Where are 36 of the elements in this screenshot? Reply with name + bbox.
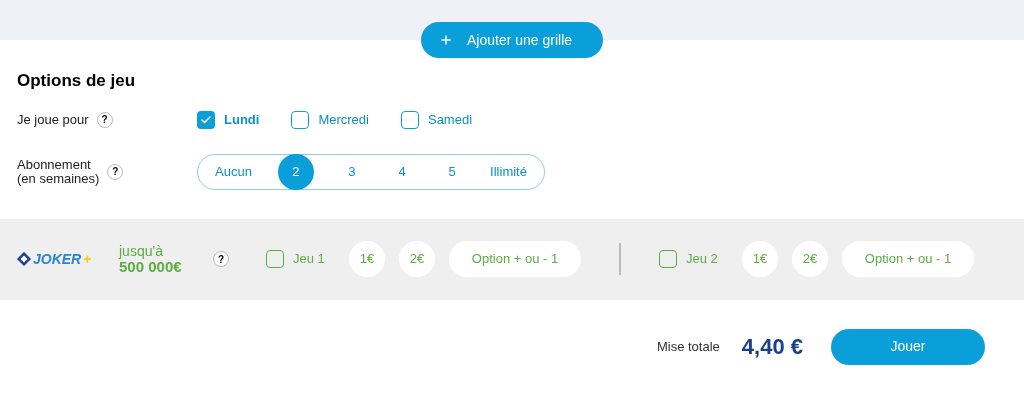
total-amount: 4,40 € bbox=[741, 333, 803, 361]
stake-button[interactable]: 1€ bbox=[742, 241, 778, 277]
segment[interactable]: Illimité bbox=[490, 153, 527, 190]
game-label: Jeu 2 bbox=[686, 250, 719, 269]
checkbox[interactable] bbox=[266, 250, 284, 268]
day-label: Lundi bbox=[224, 110, 260, 129]
section-title: Options de jeu bbox=[17, 70, 137, 92]
stake-button[interactable]: 2€ bbox=[792, 241, 828, 277]
segment[interactable]: 4 bbox=[390, 153, 414, 190]
segment[interactable]: Aucun bbox=[215, 153, 252, 190]
stake-button[interactable]: 1€ bbox=[349, 241, 385, 277]
segment[interactable]: 2 bbox=[277, 153, 314, 190]
day-label: Mercredi bbox=[318, 110, 369, 129]
field-label: Je joue pour bbox=[17, 110, 89, 129]
checkbox[interactable] bbox=[659, 250, 677, 268]
stake-button[interactable]: 2€ bbox=[399, 241, 435, 277]
segment[interactable]: 5 bbox=[440, 153, 465, 190]
help-icon[interactable]: ? bbox=[213, 251, 229, 267]
help-icon[interactable]: ? bbox=[96, 111, 113, 128]
day-label: Samedi bbox=[427, 110, 473, 129]
checkbox[interactable] bbox=[197, 110, 215, 129]
prize-text: jusqu'à 500 000€ bbox=[119, 243, 183, 275]
total-label: Mise totale bbox=[656, 337, 720, 356]
option-button[interactable]: Option + ou - 1 bbox=[842, 241, 974, 277]
play-button[interactable]: Jouer bbox=[831, 328, 985, 365]
plus-icon bbox=[439, 33, 453, 47]
field-label: Abonnement (en semaines) bbox=[17, 157, 100, 186]
segment[interactable]: 3 bbox=[339, 153, 364, 190]
check-icon bbox=[200, 113, 212, 126]
option-button[interactable]: Option + ou - 1 bbox=[449, 241, 581, 277]
help-icon[interactable]: ? bbox=[107, 163, 124, 180]
checkbox[interactable] bbox=[400, 110, 419, 129]
checkbox[interactable] bbox=[291, 110, 310, 129]
add-grid-button[interactable]: Ajouter une grille bbox=[421, 22, 603, 58]
game-label: Jeu 1 bbox=[293, 250, 326, 269]
joker-logo: JOKER+ bbox=[17, 248, 119, 270]
